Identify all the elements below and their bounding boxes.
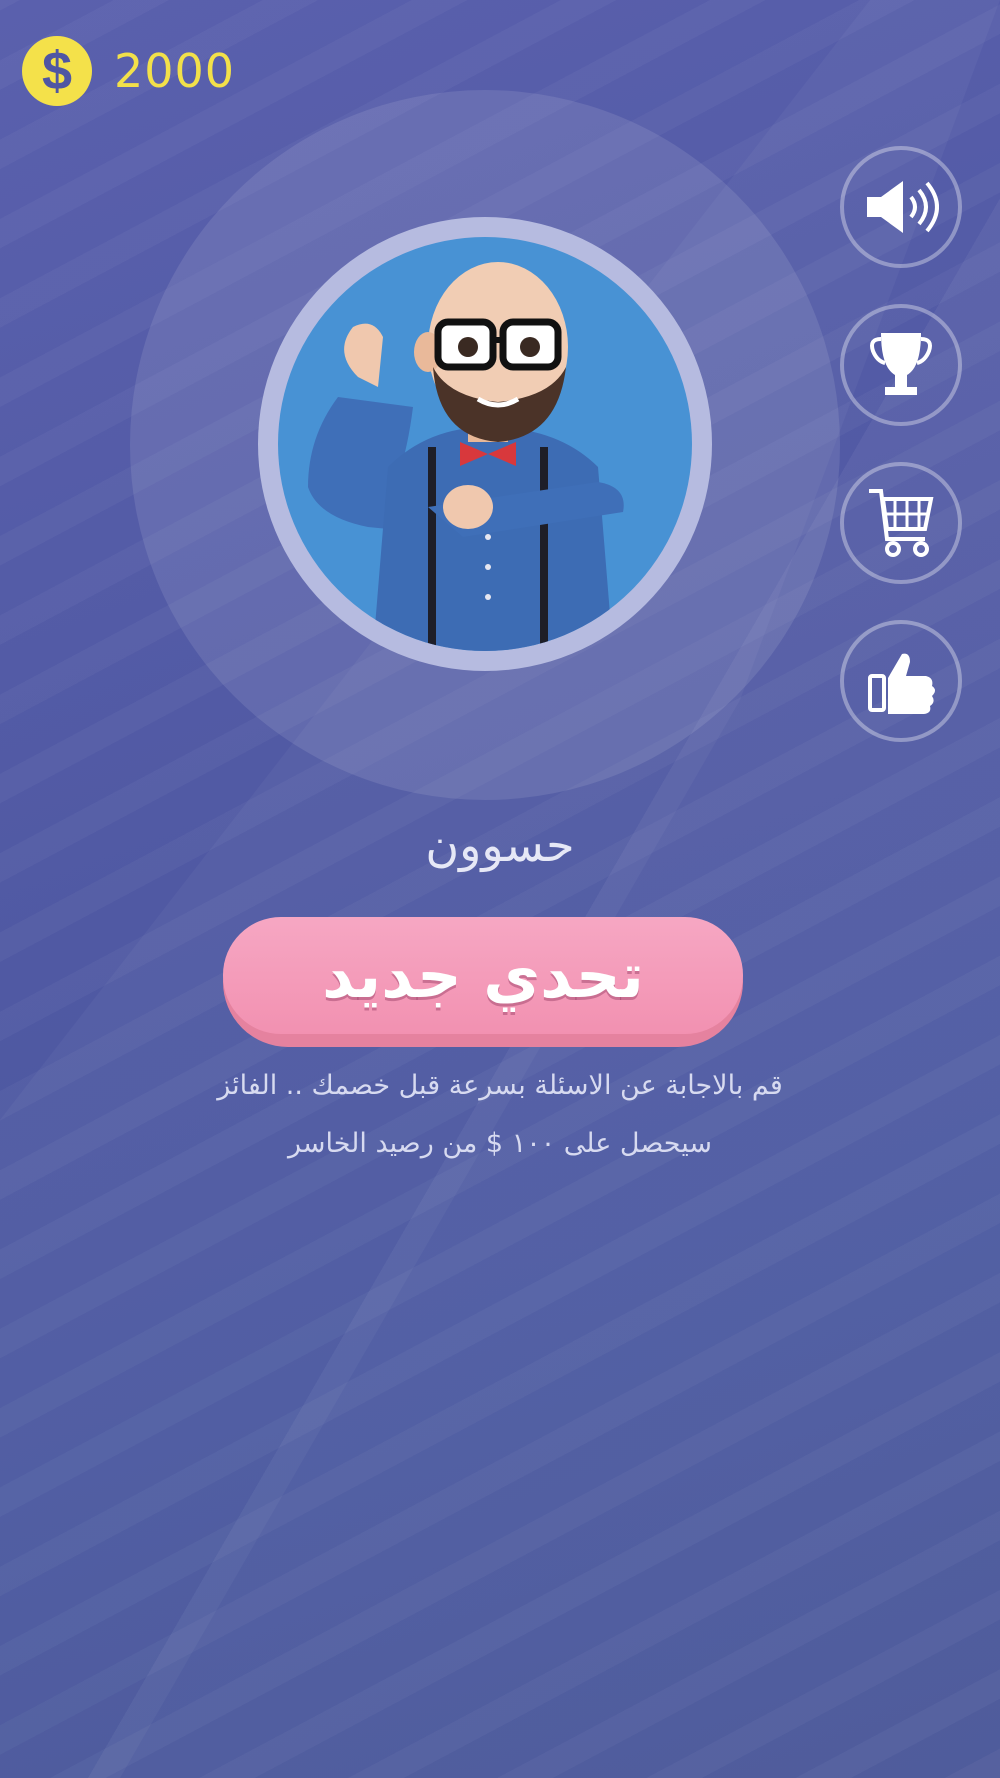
new-challenge-button-face: تحدي جديد bbox=[223, 917, 743, 1034]
dollar-coin-icon: $ bbox=[22, 36, 92, 106]
sound-button[interactable] bbox=[840, 146, 962, 268]
description-line-2: سيحصل على ١٠٠ $ من رصيد الخاسر bbox=[287, 1128, 712, 1159]
new-challenge-button[interactable]: تحدي جديد bbox=[223, 917, 743, 1047]
like-button[interactable] bbox=[840, 620, 962, 742]
trophy-icon bbox=[870, 333, 932, 395]
avatar-image bbox=[278, 237, 692, 651]
player-name: حسوون bbox=[425, 818, 575, 872]
new-challenge-label: تحدي جديد bbox=[322, 939, 644, 1012]
speaker-icon bbox=[867, 181, 939, 233]
description-line-1: قم بالاجابة عن الاسئلة بسرعة قبل خصمك ..… bbox=[217, 1070, 783, 1101]
shop-button[interactable] bbox=[840, 462, 962, 584]
avatar-character-illustration bbox=[308, 262, 624, 651]
cart-icon bbox=[869, 489, 934, 557]
leaderboard-button[interactable] bbox=[840, 304, 962, 426]
thumbs-up-icon bbox=[868, 653, 935, 714]
coin-amount: 2000 bbox=[114, 44, 236, 98]
coin-balance: $ 2000 bbox=[22, 36, 235, 106]
avatar bbox=[258, 217, 712, 671]
